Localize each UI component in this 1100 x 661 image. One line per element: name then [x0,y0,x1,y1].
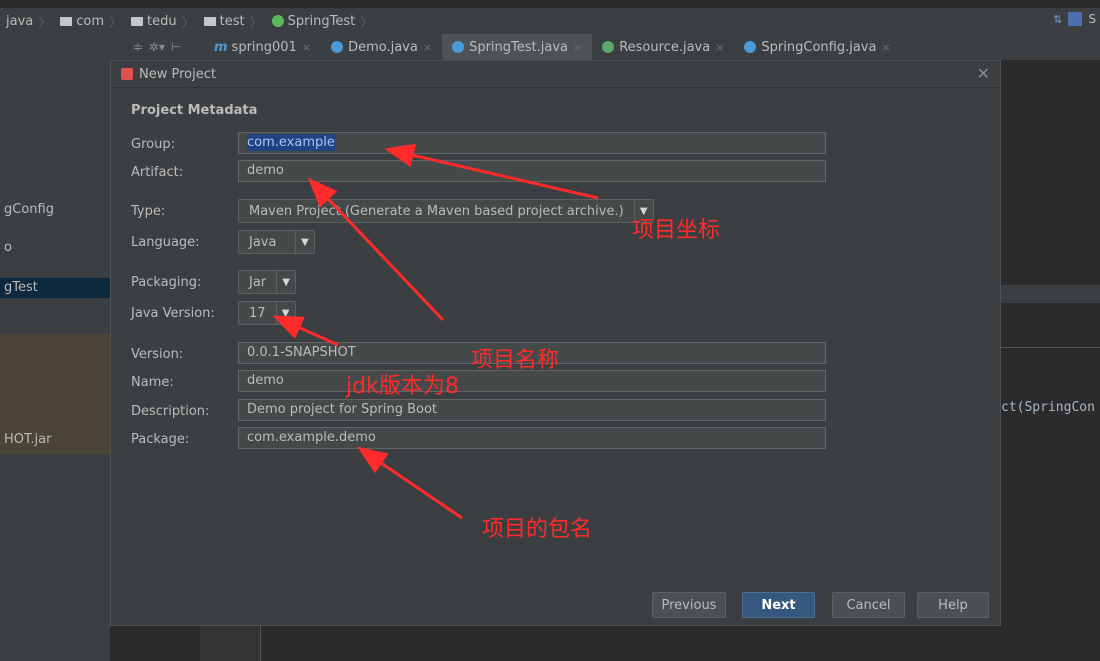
help-button[interactable]: Help [917,592,989,618]
tab-resource-java[interactable]: Resource.java × [592,34,734,60]
close-icon[interactable]: × [881,41,890,54]
dialog-title: New Project [139,66,216,82]
annotation-jdk: jdk版本为8 [346,374,459,399]
maven-icon: m [214,39,228,55]
editor-band [1001,285,1100,303]
intellij-icon [121,68,133,80]
sort-icon[interactable]: ⇅ [1053,13,1062,26]
class-icon [452,41,465,53]
tab-tools: ≑ ✲▾ ⊢ [110,40,204,54]
close-icon[interactable]: × [423,41,432,54]
artifact-input[interactable]: demo [238,160,826,182]
collapse-icon[interactable]: ⊢ [171,40,181,54]
split-icon[interactable]: ≑ [133,40,143,54]
package-input[interactable]: com.example.demo [238,427,826,449]
packaging-select[interactable]: Jar ▼ [238,270,297,294]
code-line: ct(SpringCon [1001,400,1095,415]
description-input[interactable]: Demo project for Spring Boot [238,399,826,421]
folder-icon [203,16,216,26]
folder-icon [60,16,73,26]
chevron-down-icon: ▼ [295,230,314,254]
structure-icon[interactable] [1068,12,1083,26]
java-version-row: Java Version: 17 ▼ [131,301,296,325]
interface-icon [602,41,615,53]
type-label: Type: [131,203,166,219]
packaging-row: Packaging: Jar ▼ [131,270,297,294]
project-item[interactable]: o [4,240,12,255]
group-label: Group: [131,136,175,152]
close-icon[interactable]: × [715,41,724,54]
chevron-down-icon: ▼ [276,270,295,294]
close-icon[interactable]: × [573,41,582,54]
cancel-button[interactable]: Cancel [832,592,905,618]
description-row: Description: Demo project for Spring Boo… [131,399,826,423]
toolbar-right-label: S [1088,12,1096,26]
language-select[interactable]: Java ▼ [238,230,315,254]
breadcrumb-item-test[interactable]: test 〉 [198,12,266,31]
spring-class-icon [271,15,284,27]
section-title: Project Metadata [131,103,258,118]
project-item-selected[interactable]: gTest [0,278,110,298]
annotation-package-name: 项目的包名 [482,517,593,542]
previous-button[interactable]: Previous [652,592,726,618]
close-icon[interactable]: × [302,41,311,54]
breadcrumb-item-com[interactable]: com 〉 [54,12,125,31]
project-item[interactable]: HOT.jar [4,432,51,447]
tab-springtest-java[interactable]: SpringTest.java × [442,34,593,60]
editor-tabs: ≑ ✲▾ ⊢ m spring001 × Demo.java × SpringTes… [110,34,1100,60]
chevron-down-icon: ▼ [275,301,295,325]
navigation-breadcrumb: java 〉 com 〉 tedu 〉 test 〉 SpringTest 〉 ⇅ S [0,8,1100,35]
tab-springconfig-java[interactable]: SpringConfig.java × [734,34,900,60]
language-row: Language: Java ▼ [131,230,315,254]
artifact-label: Artifact: [131,164,184,180]
name-row: Name: demo [131,370,826,394]
project-item[interactable]: gConfig [4,202,54,217]
language-label: Language: [131,234,200,250]
package-row: Package: com.example.demo [131,427,826,451]
version-row: Version: 0.0.1-SNAPSHOT [131,342,826,366]
folder-icon [131,16,144,26]
name-label: Name: [131,374,174,390]
editor-divider [1001,347,1100,348]
tab-demo-java[interactable]: Demo.java × [321,34,442,60]
annotation-project-name: 项目名称 [471,348,560,373]
class-icon [744,41,757,53]
group-row: Group: com.example [131,132,826,156]
tab-spring001[interactable]: m spring001 × [204,34,321,60]
next-button[interactable]: Next [742,592,815,618]
package-label: Package: [131,431,190,447]
gear-icon[interactable]: ✲▾ [149,40,165,54]
close-icon[interactable]: ✕ [977,64,990,83]
dialog-titlebar: New Project [111,61,1000,88]
class-icon [331,41,344,53]
group-input[interactable]: com.example [238,132,826,154]
editor-gutter [200,620,261,661]
description-label: Description: [131,403,210,419]
type-row: Type: Maven Project (Generate a Maven ba… [131,199,654,223]
toolbar-right: ⇅ S [1053,12,1096,26]
packaging-label: Packaging: [131,274,202,290]
breadcrumb-item-java[interactable]: java 〉 [0,12,54,31]
breadcrumb-item-springtest[interactable]: SpringTest 〉 [266,12,377,31]
version-label: Version: [131,346,184,362]
java-version-label: Java Version: [131,305,215,321]
annotation-coords: 项目坐标 [632,218,721,243]
project-panel: gConfig o gTest HOT.jar [0,34,110,661]
artifact-row: Artifact: demo [131,160,826,184]
breadcrumb-item-tedu[interactable]: tedu 〉 [125,12,198,31]
type-select[interactable]: Maven Project (Generate a Maven based pr… [238,199,654,223]
java-version-select[interactable]: 17 ▼ [238,301,296,325]
